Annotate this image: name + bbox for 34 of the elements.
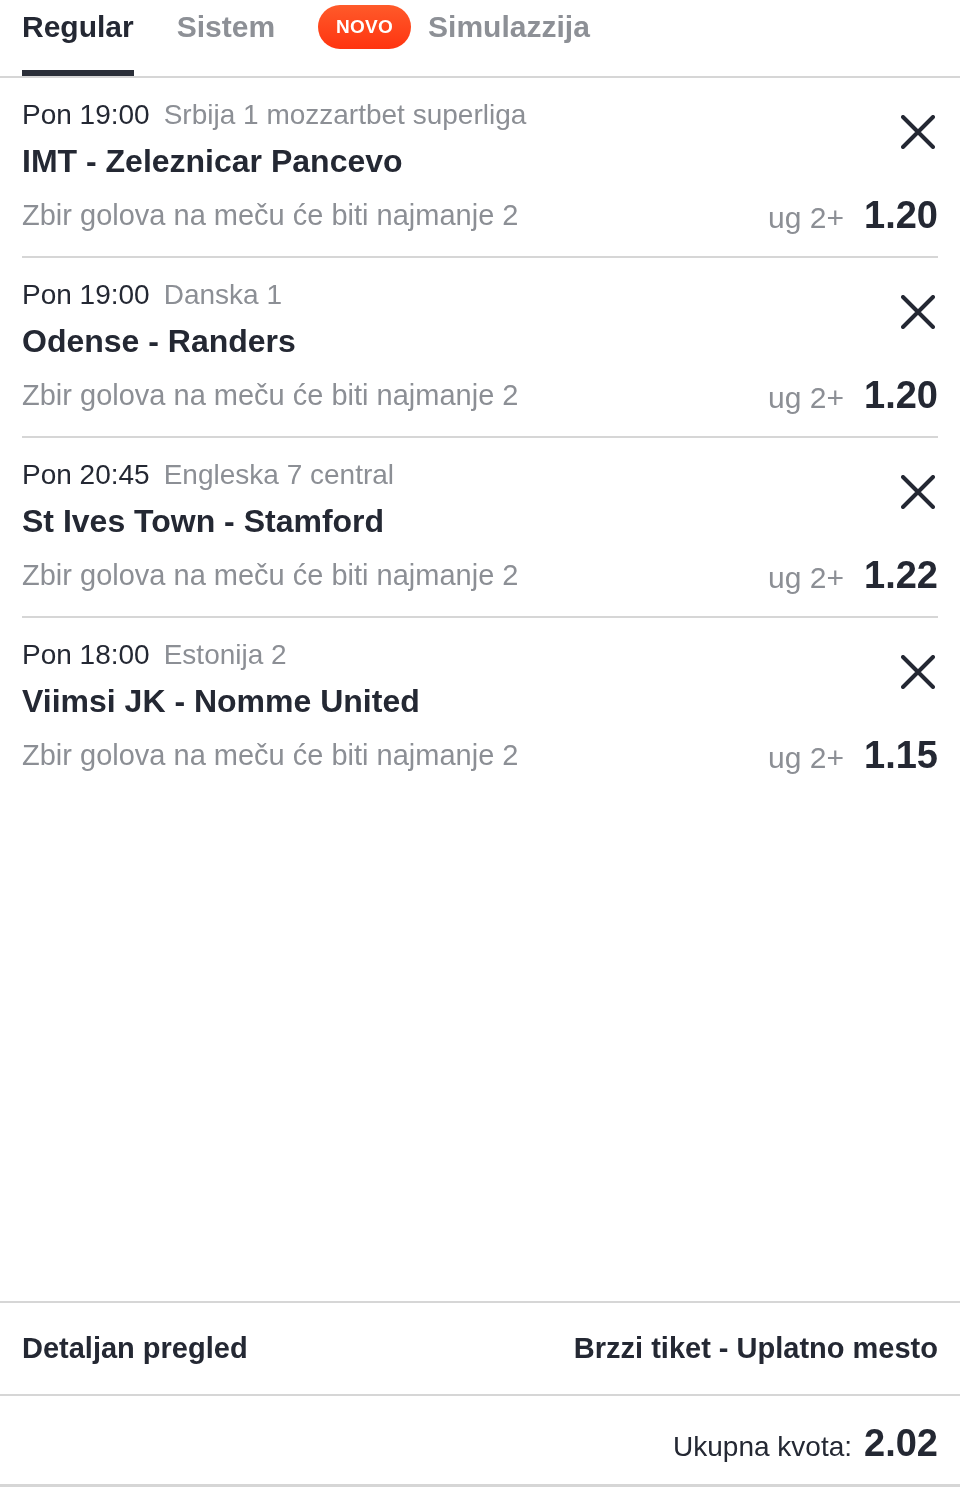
total-odds-value: 2.02 bbox=[864, 1422, 938, 1465]
match-time: Pon 19:00 bbox=[22, 279, 150, 311]
footer-link[interactable]: Brzzi tiket - Uplatno mesto bbox=[573, 1332, 938, 1365]
total-odds-label: Ukupna kvota: bbox=[673, 1431, 853, 1463]
close-icon[interactable] bbox=[901, 655, 935, 689]
match-time: Pon 18:00 bbox=[22, 639, 150, 671]
odds-value: 1.15 bbox=[864, 733, 938, 777]
close-icon[interactable] bbox=[901, 115, 935, 149]
market-description: Zbir golova na meču će biti najmanje 2 bbox=[22, 198, 520, 232]
pick-label: ug 2+ bbox=[768, 740, 845, 775]
league-name: Estonija 2 bbox=[163, 639, 287, 671]
odds-value: 1.22 bbox=[864, 553, 938, 597]
footer-link[interactable]: Detaljan pregled bbox=[22, 1332, 248, 1365]
league-name: Engleska 7 central bbox=[163, 459, 395, 491]
market-description: Zbir golova na meču će biti najmanje 2 bbox=[22, 558, 520, 592]
close-icon[interactable] bbox=[901, 295, 935, 329]
market-description: Zbir golova na meču će biti najmanje 2 bbox=[22, 738, 520, 772]
pick-label: ug 2+ bbox=[768, 200, 845, 235]
pick-label: ug 2+ bbox=[768, 560, 845, 595]
tab[interactable]: Regular bbox=[22, 0, 134, 76]
match-name: IMT - Zeleznicar Pancevo bbox=[22, 142, 404, 180]
match-name: St Ives Town - Stamford bbox=[22, 502, 386, 540]
close-icon[interactable] bbox=[901, 475, 935, 509]
match-time: Pon 20:45 bbox=[22, 459, 150, 491]
pick-label: ug 2+ bbox=[768, 380, 845, 415]
match-name: Odense - Randers bbox=[22, 322, 297, 360]
new-badge: NOVO bbox=[318, 4, 412, 49]
odds-value: 1.20 bbox=[864, 373, 938, 417]
league-name: Srbija 1 mozzartbet superliga bbox=[163, 99, 527, 131]
match-time: Pon 19:00 bbox=[22, 99, 150, 131]
odds-value: 1.20 bbox=[864, 193, 938, 237]
market-description: Zbir golova na meču će biti najmanje 2 bbox=[22, 378, 520, 412]
match-name: Viimsi JK - Nomme United bbox=[22, 682, 421, 720]
league-name: Danska 1 bbox=[163, 279, 282, 311]
